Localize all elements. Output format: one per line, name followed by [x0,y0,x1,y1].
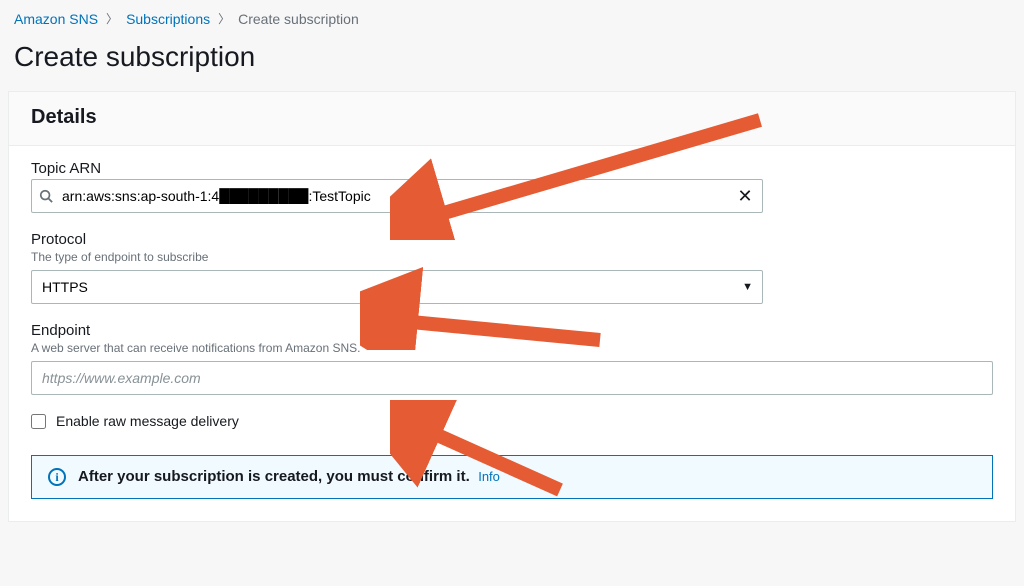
protocol-label: Protocol [31,231,993,248]
raw-delivery-checkbox[interactable] [31,414,46,429]
info-icon: i [48,468,66,486]
search-icon [39,189,53,203]
info-box: i After your subscription is created, yo… [31,455,993,499]
protocol-field: Protocol The type of endpoint to subscri… [31,231,993,304]
chevron-right-icon: 〉 [218,10,230,27]
endpoint-help: A web server that can receive notificati… [31,341,993,355]
panel-title: Details [31,106,993,129]
info-link[interactable]: Info [478,469,500,484]
chevron-right-icon: 〉 [106,10,118,27]
breadcrumb-subscriptions[interactable]: Subscriptions [126,11,210,27]
endpoint-field: Endpoint A web server that can receive n… [31,322,993,395]
breadcrumb: Amazon SNS 〉 Subscriptions 〉 Create subs… [0,0,1024,31]
breadcrumb-current: Create subscription [238,11,359,27]
topic-arn-label: Topic ARN [31,160,993,177]
page-title: Create subscription [0,31,1024,91]
details-panel: Details Topic ARN ✕ Protocol The type of… [8,91,1016,522]
raw-delivery-row: Enable raw message delivery [31,413,993,429]
endpoint-input[interactable] [31,361,993,395]
info-text: After your subscription is created, you … [78,468,470,485]
protocol-select[interactable]: HTTPS [31,270,763,304]
raw-delivery-label[interactable]: Enable raw message delivery [56,413,239,429]
panel-header: Details [9,92,1015,146]
endpoint-label: Endpoint [31,322,993,339]
breadcrumb-root[interactable]: Amazon SNS [14,11,98,27]
topic-arn-field: Topic ARN ✕ [31,160,993,213]
close-icon: ✕ [737,186,752,207]
topic-arn-input[interactable] [31,179,763,213]
clear-button[interactable]: ✕ [733,184,757,208]
protocol-help: The type of endpoint to subscribe [31,250,993,264]
